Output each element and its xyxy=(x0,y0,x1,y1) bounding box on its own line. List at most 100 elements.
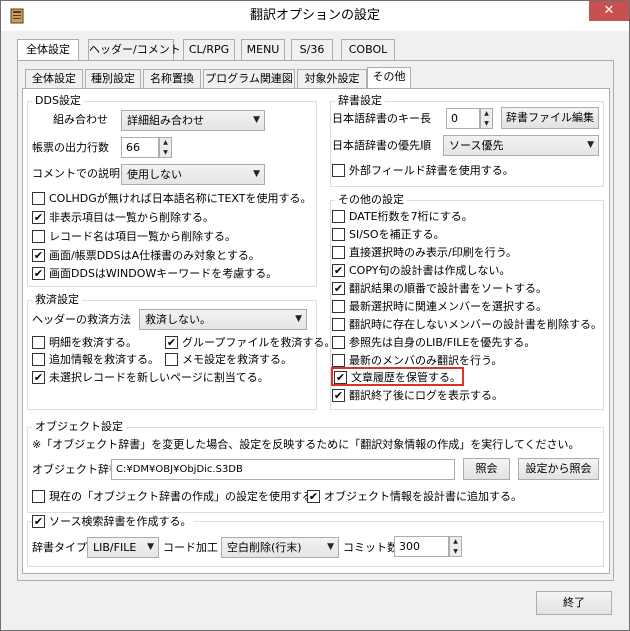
checkbox-label: 文章履歴を保管する。 xyxy=(351,371,461,384)
checkbox[interactable] xyxy=(32,230,45,243)
subtab-program-kanrenzu[interactable]: プログラム関連図 xyxy=(203,69,295,89)
dict-type-select[interactable]: LIB/FILE ▼ xyxy=(87,537,159,558)
dds-group-title: DDS設定 xyxy=(32,94,84,107)
dict-type-label: 辞書タイプ xyxy=(32,541,87,554)
checkbox[interactable] xyxy=(332,336,345,349)
priority-select[interactable]: ソース優先 ▼ xyxy=(443,135,599,156)
checkbox-label: 最新のメンバのみ翻訳を行う。 xyxy=(349,354,503,367)
close-button[interactable]: ✕ xyxy=(589,1,629,21)
subtab-taishogai-settei[interactable]: 対象外設定 xyxy=(297,69,367,89)
checkbox-label: ソース検索辞書を作成する。 xyxy=(49,515,192,528)
subtab-sonota[interactable]: その他 xyxy=(367,67,411,90)
checkbox[interactable] xyxy=(332,210,345,223)
report-rows-input[interactable]: 66 xyxy=(121,137,159,158)
chevron-down-icon: ▼ xyxy=(327,542,334,552)
spin-down-icon[interactable]: ▼ xyxy=(481,119,492,129)
chevron-down-icon: ▼ xyxy=(147,542,154,552)
report-rows-value: 66 xyxy=(126,141,140,154)
checkbox-checked[interactable]: ✔ xyxy=(32,371,45,384)
combine-select[interactable]: 詳細組み合わせ ▼ xyxy=(121,110,265,131)
key-len-value: 0 xyxy=(451,112,458,125)
source-dict-check[interactable]: ✔ ソース検索辞書を作成する。 xyxy=(32,514,195,530)
header-rescue-value: 救済しない。 xyxy=(145,313,211,326)
tab-label: プログラム関連図 xyxy=(205,72,293,85)
checkbox[interactable] xyxy=(332,318,345,331)
dict-file-edit-button[interactable]: 辞書ファイル編集 xyxy=(501,107,599,129)
checkbox[interactable] xyxy=(332,354,345,367)
checkbox[interactable] xyxy=(165,353,178,366)
checkbox[interactable] xyxy=(32,336,45,349)
spin-up-icon[interactable]: ▲ xyxy=(481,109,492,119)
checkbox[interactable] xyxy=(32,353,45,366)
spin-up-icon[interactable]: ▲ xyxy=(160,138,171,148)
checkbox-label: 画面/帳票DDSはA仕様書のみ対象とする。 xyxy=(49,249,260,262)
key-len-label: 日本語辞書のキー長 xyxy=(332,112,431,125)
checkbox-label: DATE桁数を7桁にする。 xyxy=(349,210,473,223)
object-note: ※「オブジェクト辞書」を変更した場合、設定を反映するために「翻訳対象情報の作成」… xyxy=(32,438,580,451)
checkbox-checked[interactable]: ✔ xyxy=(332,389,345,402)
checkbox[interactable] xyxy=(332,228,345,241)
commit-spinner[interactable]: ▲ ▼ xyxy=(449,536,462,557)
commit-input[interactable]: 300 xyxy=(394,536,449,557)
checkbox-checked[interactable]: ✔ xyxy=(307,490,320,503)
tab-cobol[interactable]: COBOL xyxy=(341,39,395,61)
checkbox-checked[interactable]: ✔ xyxy=(32,267,45,280)
checkbox-label: COLHDGが無ければ日本語名称にTEXTを使用する。 xyxy=(49,192,312,205)
tab-label: COBOL xyxy=(348,43,388,56)
object-group-title: オブジェクト設定 xyxy=(32,420,126,433)
checkbox-checked[interactable]: ✔ xyxy=(32,249,45,262)
tab-cl-rpg[interactable]: CL/RPG xyxy=(183,39,235,61)
checkbox-checked[interactable]: ✔ xyxy=(165,336,178,349)
subtab-shubetsu-settei[interactable]: 種別設定 xyxy=(85,69,141,89)
checkbox-checked[interactable]: ✔ xyxy=(32,515,45,528)
setting-reference-button[interactable]: 設定から照会 xyxy=(518,458,599,480)
checkbox[interactable] xyxy=(32,192,45,205)
key-len-input[interactable]: 0 xyxy=(446,108,480,129)
object-dict-label: オブジェクト辞書 xyxy=(32,463,120,476)
tab-header-comment[interactable]: ヘッダー/コメント xyxy=(88,39,181,61)
header-rescue-select[interactable]: 救済しない。 ▼ xyxy=(139,309,307,330)
checkbox-label: オブジェクト情報を設計書に追加する。 xyxy=(324,490,522,503)
checkbox-label: 翻訳時に存在しないメンバーの設計書を削除する。 xyxy=(349,318,602,331)
subtab-zentai-settei[interactable]: 全体設定 xyxy=(25,69,83,89)
combine-value: 詳細組み合わせ xyxy=(127,114,204,127)
combine-label: 組み合わせ xyxy=(53,113,108,126)
priority-label: 日本語辞書の優先順 xyxy=(332,139,431,152)
tab-menu[interactable]: MENU xyxy=(241,39,285,61)
checkbox[interactable] xyxy=(332,246,345,259)
code-process-select[interactable]: 空白削除(行末) ▼ xyxy=(221,537,339,558)
subtab-meisho-chikan[interactable]: 名称置換 xyxy=(143,69,201,89)
reference-button[interactable]: 照会 xyxy=(463,458,510,480)
checkbox[interactable] xyxy=(332,164,345,177)
checkbox-label: レコード名は項目一覧から削除する。 xyxy=(49,230,236,243)
code-process-value: 空白削除(行末) xyxy=(227,541,302,554)
tab-label: ヘッダー/コメント xyxy=(89,43,181,56)
dict-type-value: LIB/FILE xyxy=(93,541,137,554)
key-len-spinner[interactable]: ▲ ▼ xyxy=(480,108,493,129)
tab-label: その他 xyxy=(372,70,406,83)
comment-value: 使用しない xyxy=(127,168,182,181)
checkbox-checked[interactable]: ✔ xyxy=(332,264,345,277)
window-title: 翻訳オプションの設定 xyxy=(249,8,380,23)
checkbox-label: メモ設定を救済する。 xyxy=(182,353,292,366)
checkbox-label: 翻訳終了後にログを表示する。 xyxy=(349,389,503,402)
object-dict-path-input[interactable]: C:¥DM¥OBJ¥ObjDic.S3DB xyxy=(111,459,455,480)
object-dict-path-value: C:¥DM¥OBJ¥ObjDic.S3DB xyxy=(116,464,243,475)
spin-down-icon[interactable]: ▼ xyxy=(450,547,461,557)
report-rows-spinner[interactable]: ▲ ▼ xyxy=(159,137,172,158)
spin-up-icon[interactable]: ▲ xyxy=(450,537,461,547)
checkbox-checked[interactable]: ✔ xyxy=(32,211,45,224)
spin-down-icon[interactable]: ▼ xyxy=(160,148,171,158)
checkbox-label: 追加情報を救済する。 xyxy=(49,353,159,366)
checkbox[interactable] xyxy=(332,300,345,313)
exit-button[interactable]: 終了 xyxy=(536,591,612,615)
checkbox-checked[interactable]: ✔ xyxy=(332,282,345,295)
checkbox[interactable] xyxy=(32,490,45,503)
comment-select[interactable]: 使用しない ▼ xyxy=(121,164,265,185)
tab-zentai-settei[interactable]: 全体設定 xyxy=(17,39,79,61)
tab-s36[interactable]: S/36 xyxy=(291,39,333,61)
chevron-down-icon: ▼ xyxy=(295,314,302,324)
checkbox-label: 未選択レコードを新しいページに割当てる。 xyxy=(49,371,269,384)
checkbox-checked[interactable]: ✔ xyxy=(334,371,347,384)
title-bar: 翻訳オプションの設定 ✕ xyxy=(1,1,629,31)
